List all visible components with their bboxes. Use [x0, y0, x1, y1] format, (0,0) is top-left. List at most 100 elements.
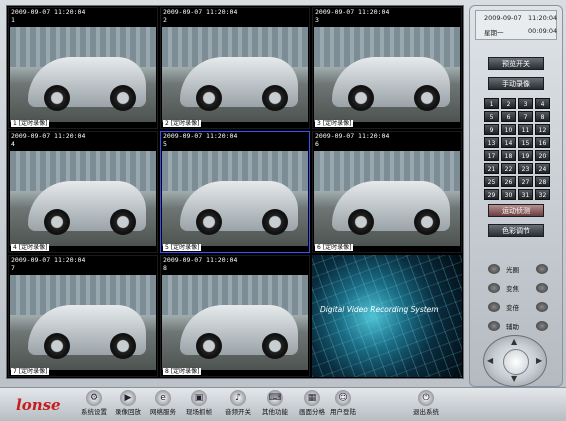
channel-buttons: 1 2 3 4 5 6 7 8 9 10 11 12 13 14 15 16 17 18 19 20 21 22 23 24 2…	[484, 98, 550, 200]
channel-button-16[interactable]: 16	[535, 137, 550, 148]
camera-icon: ▣	[191, 390, 207, 406]
channel-button-18[interactable]: 18	[501, 150, 516, 161]
ptz-right-icon[interactable]: ▶	[536, 356, 542, 365]
plus-button[interactable]	[536, 283, 548, 293]
channel-button-6[interactable]: 6	[501, 111, 516, 122]
grid-icon: ▦	[304, 390, 320, 406]
camera-view-7[interactable]: 2009-09-07 11:20:04 7 7 [定时录像]	[8, 255, 158, 377]
clock-elapsed: 00:09:04	[528, 27, 558, 35]
ptz-down-icon[interactable]: ▼	[511, 374, 517, 383]
camera-view-2[interactable]: 2009-09-07 11:20:04 2 2 [定时录像]	[160, 7, 310, 129]
clock-time: 11:20:04	[528, 14, 558, 22]
channel-button-23[interactable]: 23	[518, 163, 533, 174]
camera-view-6[interactable]: 2009-09-07 11:20:04 6 6 [定时录像]	[312, 131, 462, 253]
camera-timestamp: 2009-09-07 11:20:04	[11, 256, 86, 264]
clock-date: 2009-09-07	[484, 14, 522, 22]
channel-button-7[interactable]: 7	[518, 111, 533, 122]
channel-button-28[interactable]: 28	[535, 176, 550, 187]
camera-view-8[interactable]: 2009-09-07 11:20:04 8 8 [定时录像]	[160, 255, 310, 377]
user-icon: ☺	[335, 390, 351, 406]
camera-record-label: 5 [定时录像]	[163, 244, 202, 251]
camera-number: 2	[163, 16, 167, 24]
channel-button-31[interactable]: 31	[518, 189, 533, 200]
ptz-center-button[interactable]	[503, 349, 529, 375]
preview-toggle-button[interactable]: 预览开关	[488, 57, 544, 70]
channel-button-27[interactable]: 27	[518, 176, 533, 187]
dvr-window: 2009-09-07 11:20:04 1 1 [定时录像] 2009-09-07 1…	[0, 0, 566, 421]
camera-timestamp: 2009-09-07 11:20:04	[163, 8, 238, 16]
channel-button-26[interactable]: 26	[501, 176, 516, 187]
lens-control-row: 辅助	[478, 320, 556, 332]
channel-button-21[interactable]: 21	[484, 163, 499, 174]
camera-view-4[interactable]: 2009-09-07 11:20:04 4 4 [定时录像]	[8, 131, 158, 253]
channel-button-25[interactable]: 25	[484, 176, 499, 187]
minus-button[interactable]	[488, 302, 500, 312]
channel-button-4[interactable]: 4	[535, 98, 550, 109]
camera-view-1[interactable]: 2009-09-07 11:20:04 1 1 [定时录像]	[8, 7, 158, 129]
channel-button-15[interactable]: 15	[518, 137, 533, 148]
channel-button-29[interactable]: 29	[484, 189, 499, 200]
color-adjust-button[interactable]: 色彩调节	[488, 224, 544, 237]
motion-detect-button[interactable]: 运动侦测	[488, 204, 544, 217]
camera-timestamp: 2009-09-07 11:20:04	[11, 132, 86, 140]
channel-button-19[interactable]: 19	[518, 150, 533, 161]
channel-button-17[interactable]: 17	[484, 150, 499, 161]
play-icon: ▶	[120, 390, 136, 406]
brand-logo: lonse	[16, 396, 61, 414]
channel-button-24[interactable]: 24	[535, 163, 550, 174]
keyboard-icon: ⌨	[267, 390, 283, 406]
channel-button-13[interactable]: 13	[484, 137, 499, 148]
clock-display: 2009-09-07 11:20:04 星期一 00:09:04	[475, 10, 557, 40]
camera-timestamp: 2009-09-07 11:20:04	[315, 132, 390, 140]
clock-weekday: 星期一	[484, 29, 504, 37]
channel-button-32[interactable]: 32	[535, 189, 550, 200]
ptz-left-icon[interactable]: ◀	[487, 356, 493, 365]
channel-button-12[interactable]: 12	[535, 124, 550, 135]
lens-control-label: 光圈	[506, 266, 519, 274]
camera-number: 4	[11, 140, 15, 148]
camera-image	[314, 27, 460, 122]
camera-image	[162, 275, 308, 370]
channel-button-1[interactable]: 1	[484, 98, 499, 109]
channel-button-10[interactable]: 10	[501, 124, 516, 135]
channel-button-3[interactable]: 3	[518, 98, 533, 109]
ptz-up-icon[interactable]: ▲	[511, 337, 517, 346]
splash-text: Digital Video Recording System	[320, 305, 439, 314]
toolbar-button-4[interactable]: ▣ 现场抓帧	[177, 390, 221, 420]
dvr-splash-view[interactable]: Digital Video Recording System	[312, 255, 462, 377]
plus-button[interactable]	[536, 302, 548, 312]
manual-record-button[interactable]: 手动录像	[488, 77, 544, 90]
channel-button-2[interactable]: 2	[501, 98, 516, 109]
channel-button-11[interactable]: 11	[518, 124, 533, 135]
lens-control-row: 变焦	[478, 282, 556, 294]
channel-button-14[interactable]: 14	[501, 137, 516, 148]
camera-record-label: 7 [定时录像]	[11, 368, 50, 375]
toolbar-label: 用户登陆	[330, 408, 356, 416]
camera-record-label: 2 [定时录像]	[163, 120, 202, 127]
channel-button-9[interactable]: 9	[484, 124, 499, 135]
channel-button-20[interactable]: 20	[535, 150, 550, 161]
network-icon: e	[155, 390, 171, 406]
camera-record-label: 6 [定时录像]	[315, 244, 354, 251]
ptz-control[interactable]: ▲ ▼ ◀ ▶	[483, 335, 547, 387]
camera-image	[10, 27, 156, 122]
channel-button-5[interactable]: 5	[484, 111, 499, 122]
camera-image	[10, 275, 156, 370]
channel-button-30[interactable]: 30	[501, 189, 516, 200]
toolbar-button-8[interactable]: ☺ 用户登陆	[321, 390, 365, 420]
minus-button[interactable]	[488, 264, 500, 274]
camera-timestamp: 2009-09-07 11:20:04	[315, 8, 390, 16]
minus-button[interactable]	[488, 283, 500, 293]
minus-button[interactable]	[488, 321, 500, 331]
lens-control-label: 辅助	[506, 323, 519, 331]
channel-button-8[interactable]: 8	[535, 111, 550, 122]
toolbar-button-9[interactable]: ⏻ 退出系统	[404, 390, 448, 420]
toolbar-label: 现场抓帧	[186, 408, 212, 416]
plus-button[interactable]	[536, 264, 548, 274]
camera-view-3[interactable]: 2009-09-07 11:20:04 3 3 [定时录像]	[312, 7, 462, 129]
plus-button[interactable]	[536, 321, 548, 331]
camera-view-5[interactable]: 2009-09-07 11:20:04 5 5 [定时录像]	[160, 131, 310, 253]
channel-button-22[interactable]: 22	[501, 163, 516, 174]
lens-control-row: 变倍	[478, 301, 556, 313]
control-panel: 2009-09-07 11:20:04 星期一 00:09:04 预览开关 手动…	[469, 5, 563, 387]
